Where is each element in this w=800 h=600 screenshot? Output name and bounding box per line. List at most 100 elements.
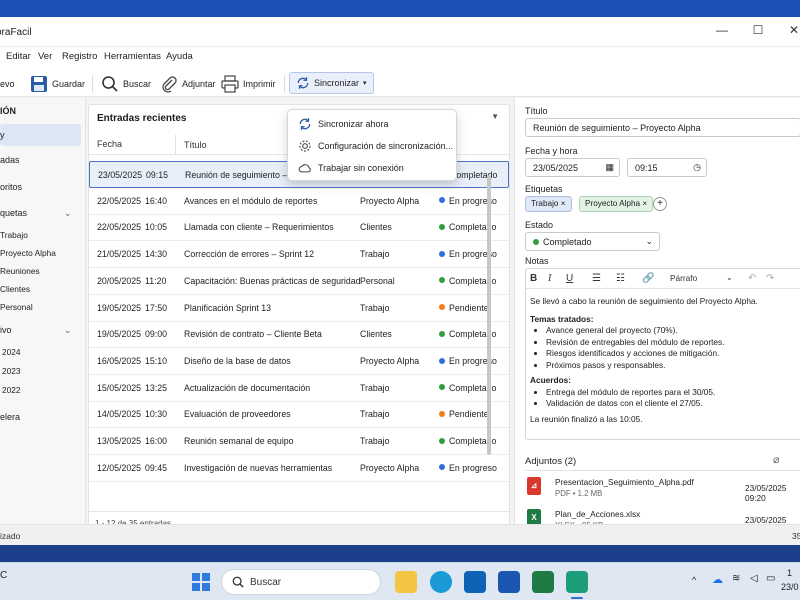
clock-time[interactable]: 1	[787, 568, 792, 578]
list-item: Riesgos identificados y acciones de miti…	[546, 348, 796, 360]
attachments-label: Adjuntos (2)	[525, 456, 577, 467]
attach-button[interactable]: Adjuntar	[160, 73, 216, 95]
weather-widget[interactable]: C	[0, 570, 7, 581]
list-item: Próximos pasos y responsables.	[546, 360, 796, 372]
redo-icon[interactable]: ↷	[766, 273, 774, 284]
volume-icon[interactable]: ◁	[750, 573, 758, 584]
menu-registro[interactable]: Registro	[62, 51, 97, 62]
save-label: Guardar	[52, 79, 86, 89]
sidebar-tag-clientes[interactable]: Clientes	[0, 284, 30, 294]
row-time: 11:20	[145, 275, 167, 286]
clock-date[interactable]: 23/0	[781, 582, 799, 592]
close-icon[interactable]: ×	[561, 199, 566, 208]
sidebar-item-favorites[interactable]: oritos	[0, 182, 22, 192]
table-row[interactable]: 19/05/2025 17:50 Planificación Sprint 13 Tr…	[89, 295, 509, 322]
wifi-icon[interactable]: ≋	[732, 573, 740, 584]
edge-icon[interactable]	[430, 571, 452, 593]
new-button[interactable]: evo	[0, 73, 15, 95]
row-time: 14:30	[145, 249, 168, 260]
tag-chip-trabajo[interactable]: Trabajo ×	[525, 196, 572, 212]
row-title: Capacitación: Buenas prácticas de seguri…	[184, 275, 361, 286]
notes-editor[interactable]: B I U ☰ ☷ 🔗 Párrafo ⌄ ↶ ↷ Se llevó a cab…	[525, 268, 800, 440]
sidebar-archive-header[interactable]: ivo ⌄	[0, 325, 80, 335]
table-row[interactable]: 12/05/2025 09:45 Investigación de nuevas h…	[89, 455, 509, 482]
title-field[interactable]: Reunión de seguimiento – Proyecto Alpha	[525, 118, 800, 137]
close-button[interactable]: ✕	[784, 23, 800, 37]
table-row[interactable]: 15/05/2025 13:25 Actualización de document…	[89, 375, 509, 402]
sidebar-tag-reuniones[interactable]: Reuniones	[0, 266, 40, 276]
menu-item-sync-settings[interactable]: Configuración de sincronización...	[288, 135, 456, 157]
file-explorer-icon[interactable]	[395, 571, 417, 593]
sidebar-year-2023[interactable]: 2023	[2, 366, 20, 376]
sidebar-item-trash[interactable]: elera	[0, 412, 20, 422]
sync-icon	[297, 77, 309, 89]
start-icon[interactable]	[190, 571, 212, 593]
attachments-divider	[525, 470, 800, 471]
close-icon[interactable]: ×	[642, 199, 647, 208]
taskbar-search[interactable]: Buscar	[221, 569, 381, 595]
menu-item-work-offline[interactable]: Trabajar sin conexión	[288, 157, 456, 179]
row-tag: Proyecto Alpha	[360, 462, 420, 473]
table-row[interactable]: 16/05/2025 15:10 Diseño de la base de dato…	[89, 348, 509, 375]
sidebar-tags-header[interactable]: quetas ⌄	[0, 208, 80, 218]
menu-item-sync-now[interactable]: Sincronizar ahora	[288, 113, 456, 135]
row-tag: Clientes	[360, 222, 392, 233]
cloud-icon[interactable]: ☁	[712, 573, 723, 586]
paragraph-style-select[interactable]: Párrafo	[670, 273, 697, 283]
diary-app-icon[interactable]	[566, 571, 588, 593]
tag-chip-proyecto-alpha[interactable]: Proyecto Alpha ×	[579, 196, 654, 212]
table-row[interactable]: 21/05/2025 14:30 Corrección de errores – S…	[89, 241, 509, 269]
print-button[interactable]: Imprimir	[221, 73, 276, 95]
underline-icon[interactable]: U	[566, 273, 573, 284]
status-select[interactable]: Completado ⌄	[525, 232, 660, 251]
sidebar-year-2024[interactable]: 2024	[2, 347, 20, 357]
table-row[interactable]: 20/05/2025 11:20 Capacitación: Buenas prác…	[89, 268, 509, 295]
table-row[interactable]: 19/05/2025 09:00 Revisión de contrato – Cl…	[89, 321, 509, 349]
bullet-list-icon[interactable]: ☰	[592, 273, 601, 284]
chevron-up-icon[interactable]: ^	[692, 575, 696, 585]
date-field[interactable]: 23/05/2025 ▦	[525, 158, 620, 177]
bold-icon[interactable]: B	[530, 273, 537, 284]
table-row[interactable]: 14/05/2025 10:30 Evaluación de proveedores…	[89, 401, 509, 429]
sidebar-tag-trabajo[interactable]: Trabajo	[0, 230, 28, 240]
attachment-pdf[interactable]: ⊿ Presentacion_Seguimiento_Alpha.pdf PDF…	[525, 474, 800, 504]
table-row[interactable]: 13/05/2025 16:00 Reunión semanal de equipo…	[89, 428, 509, 455]
sidebar-item-entries[interactable]: adas	[0, 155, 20, 165]
sidebar-tag-proyecto-alpha[interactable]: Proyecto Alpha	[0, 248, 56, 258]
row-date: 15/05/2025	[97, 382, 142, 393]
table-row[interactable]: 22/05/2025 16:40 Avances en el módulo de r…	[89, 188, 509, 215]
time-field[interactable]: 09:15 ◷	[627, 158, 707, 177]
menu-herramientas[interactable]: Herramientas	[104, 51, 161, 62]
sidebar-year-2022[interactable]: 2022	[2, 385, 20, 395]
add-tag-button[interactable]: +	[653, 197, 667, 211]
search-button[interactable]: Buscar	[101, 73, 151, 95]
minimize-button[interactable]: —	[712, 23, 732, 37]
battery-icon[interactable]: ▭	[766, 573, 775, 584]
maximize-button[interactable]: ☐	[748, 23, 768, 37]
gear-icon	[299, 140, 311, 152]
scrollbar[interactable]	[487, 175, 491, 455]
row-title: Avances en el módulo de reportes	[184, 195, 318, 206]
chevron-down-icon[interactable]: ▼	[491, 112, 499, 121]
paperclip-icon[interactable]: ⌀	[773, 453, 780, 466]
entry-detail-panel: Título Reunión de seguimiento – Proyecto…	[514, 98, 800, 535]
column-title[interactable]: Título	[175, 135, 207, 155]
word-icon[interactable]	[498, 571, 520, 593]
column-date[interactable]: Fecha	[97, 139, 122, 149]
menu-editar[interactable]: Editar	[6, 51, 31, 62]
menu-ayuda[interactable]: Ayuda	[166, 51, 193, 62]
outlook-icon[interactable]	[464, 571, 486, 593]
sidebar-tag-personal[interactable]: Personal	[0, 302, 33, 312]
save-button[interactable]: Guardar	[30, 73, 85, 95]
sync-button[interactable]: Sincronizar ▾	[289, 72, 374, 94]
italic-icon[interactable]: I	[548, 273, 551, 284]
status-bar: izado 35	[0, 524, 800, 545]
numbered-list-icon[interactable]: ☷	[616, 273, 625, 284]
table-row[interactable]: 22/05/2025 10:05 Llamada con cliente – Req…	[89, 214, 509, 242]
sidebar-item-all[interactable]: y	[0, 124, 81, 146]
excel-icon[interactable]	[532, 571, 554, 593]
menu-ver[interactable]: Ver	[38, 51, 52, 62]
undo-icon[interactable]: ↶	[748, 273, 756, 284]
link-icon[interactable]: 🔗	[642, 273, 654, 284]
list-item: Avance general del proyecto (70%).	[546, 325, 796, 337]
